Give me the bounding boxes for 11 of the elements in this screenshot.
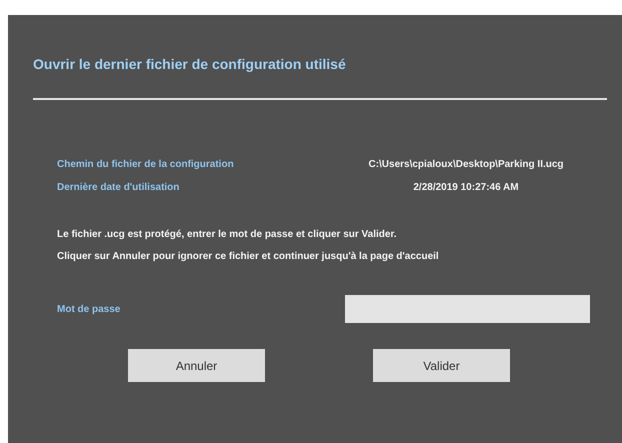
dialog-title: Ouvrir le dernier fichier de configuration utilisé [33, 56, 347, 72]
info-value: 2/28/2019 10:27:46 AM [412, 182, 520, 193]
instruction-text: Cliquer sur Annuler pour ignorer ce fichier et continuer jusqu'à la page d'accueil [57, 251, 440, 262]
info-value: C:\Users\cpialoux\Desktop\Parking II.ucg [367, 159, 565, 170]
instruction-text: Le fichier .ucg est protégé, entrer le mot de passe et cliquer sur Valider. [57, 229, 398, 240]
cancel-button[interactable]: Annuler [128, 349, 265, 382]
validate-button[interactable]: Valider [373, 349, 510, 382]
info-label: Chemin du fichier de la configuration [57, 159, 235, 170]
password-field[interactable] [345, 295, 590, 323]
info-label: Dernière date d'utilisation [57, 182, 180, 193]
password-label: Mot de passe [57, 304, 120, 314]
